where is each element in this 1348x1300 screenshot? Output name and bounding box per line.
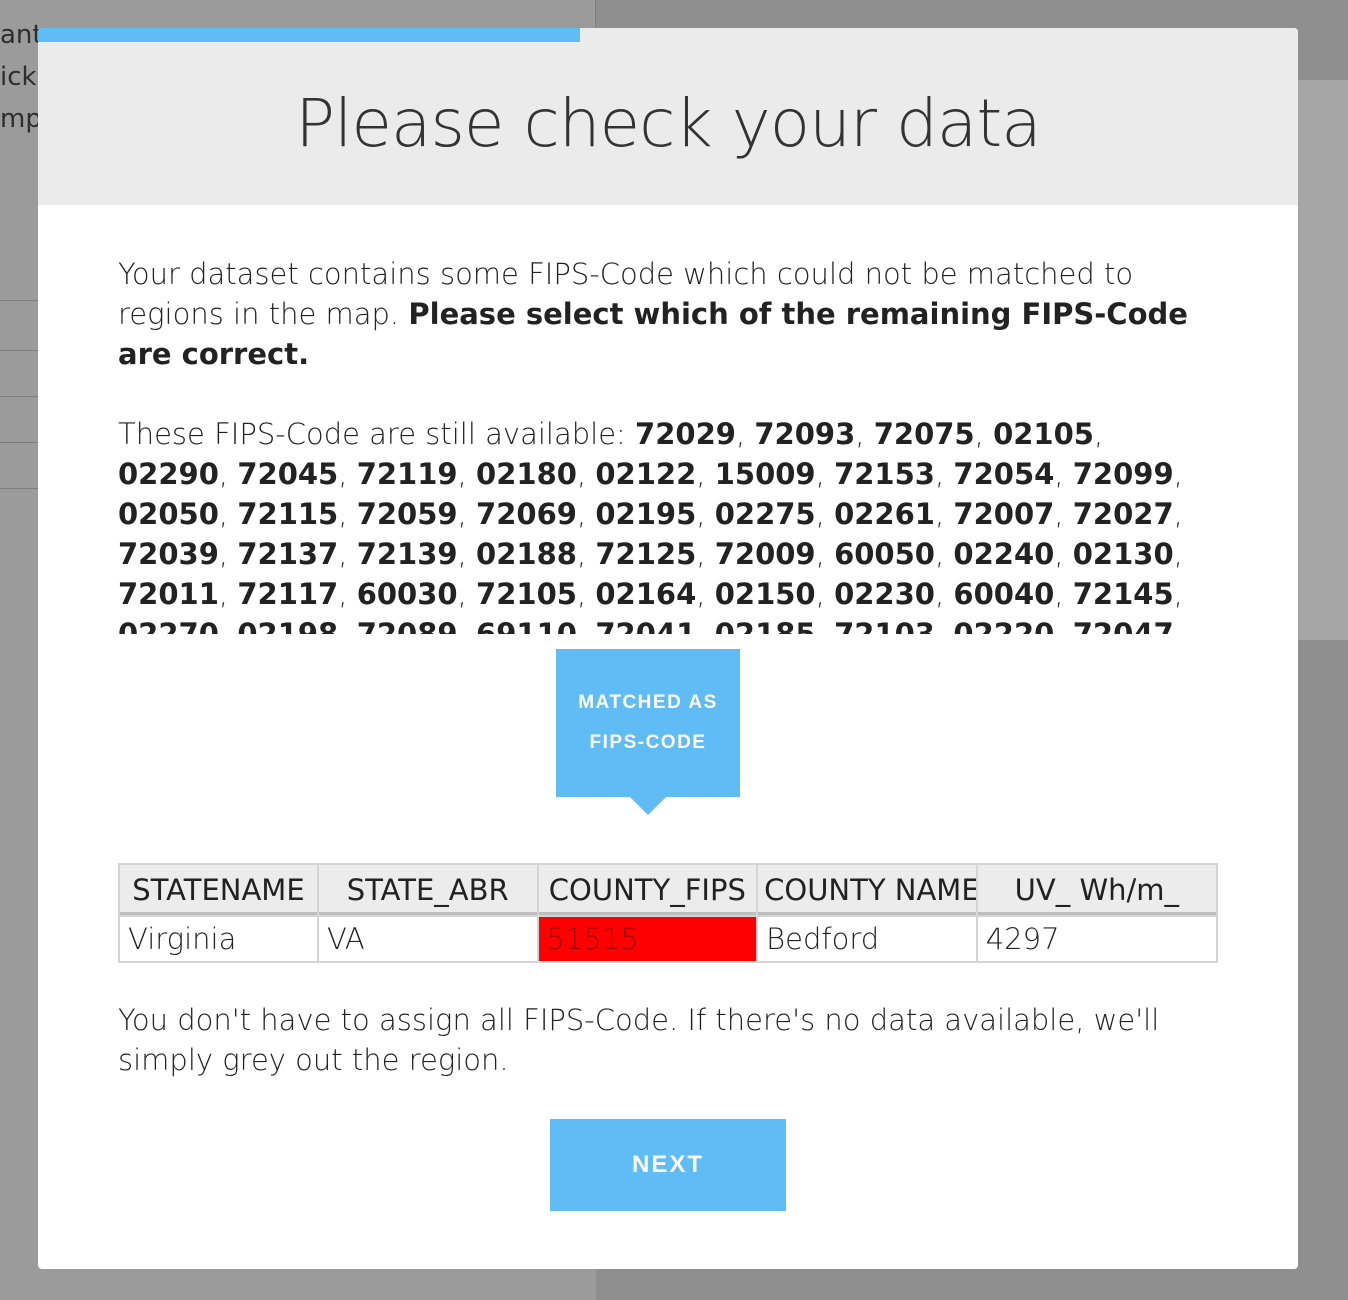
fips-code[interactable]: 72039 (118, 537, 219, 571)
fips-code[interactable]: 02122 (595, 457, 696, 491)
fips-code[interactable]: 72089 (357, 617, 458, 634)
fips-code[interactable]: 72137 (237, 537, 338, 571)
tooltip-arrow (630, 797, 666, 815)
column-header[interactable]: STATE_ABR (316, 863, 539, 917)
table-header-row: STATENAME STATE_ABR COUNTY_FIPS COUNTY N… (118, 863, 1219, 917)
unmatched-fips-cell: 51515 (536, 915, 759, 963)
fips-code[interactable]: 02261 (834, 497, 935, 531)
fips-code[interactable]: 02180 (476, 457, 577, 491)
fips-code[interactable]: 72139 (357, 537, 458, 571)
modal-title: Please check your data (295, 85, 1041, 162)
table-row: Virginia VA 51515 Bedford 4297 (118, 915, 1219, 963)
fips-code[interactable]: 72027 (1073, 497, 1174, 531)
table-cell: Virginia (118, 915, 319, 963)
fips-code[interactable]: 02050 (118, 497, 219, 531)
table-cell: 4297 (975, 915, 1219, 963)
fips-code[interactable]: 72054 (953, 457, 1054, 491)
fips-code[interactable]: 72153 (834, 457, 935, 491)
fips-code[interactable]: 72115 (237, 497, 338, 531)
fips-code[interactable]: 72029 (635, 417, 736, 451)
background-divider (0, 396, 40, 397)
available-prefix: These FIPS-Code are still available: (118, 417, 636, 451)
fips-code[interactable]: 60040 (953, 577, 1054, 611)
check-data-modal: Please check your data Your dataset cont… (38, 28, 1298, 1269)
tooltip-label: MATCHED AS FIPS-CODE (578, 692, 718, 753)
background-divider (0, 488, 40, 489)
fips-code[interactable]: 69110 (476, 617, 577, 634)
fips-code[interactable]: 02240 (953, 537, 1054, 571)
fips-code[interactable]: 72125 (595, 537, 696, 571)
fips-code[interactable]: 02164 (595, 577, 696, 611)
fips-code[interactable]: 02290 (118, 457, 219, 491)
fips-code[interactable]: 72103 (834, 617, 935, 634)
fips-code[interactable]: 72007 (953, 497, 1054, 531)
fips-code[interactable]: 72093 (754, 417, 855, 451)
background-divider (0, 442, 40, 443)
fips-code[interactable]: 02130 (1073, 537, 1174, 571)
fips-code[interactable]: 15009 (715, 457, 816, 491)
background-divider (595, 0, 596, 30)
fips-code[interactable]: 72011 (118, 577, 219, 611)
fips-code[interactable]: 02220 (953, 617, 1054, 634)
outro-text: You don't have to assign all FIPS-Code. … (118, 1003, 1160, 1077)
fips-code[interactable]: 02275 (715, 497, 816, 531)
table-cell: Bedford (756, 915, 978, 963)
fips-code[interactable]: 72059 (357, 497, 458, 531)
next-button[interactable]: NEXT (550, 1119, 786, 1211)
column-header[interactable]: STATENAME (118, 863, 319, 917)
background-map (1296, 80, 1348, 640)
fips-code[interactable]: 72041 (595, 617, 696, 634)
fips-code[interactable]: 72119 (357, 457, 458, 491)
available-codes-list[interactable]: These FIPS-Code are still available: 720… (118, 414, 1218, 634)
fips-code[interactable]: 02150 (715, 577, 816, 611)
fips-code[interactable]: 60050 (834, 537, 935, 571)
column-header[interactable]: UV_ Wh/m_ (975, 863, 1219, 917)
table-cell: VA (316, 915, 539, 963)
fips-code[interactable]: 72045 (237, 457, 338, 491)
fips-code[interactable]: 02198 (237, 617, 338, 634)
progress-bar (38, 28, 1298, 42)
background-divider (0, 300, 40, 301)
fips-code[interactable]: 72009 (715, 537, 816, 571)
fips-code[interactable]: 72105 (476, 577, 577, 611)
modal-header: Please check your data (38, 42, 1298, 205)
intro-text: Your dataset contains some FIPS-Code whi… (118, 254, 1218, 374)
fips-code[interactable]: 02185 (715, 617, 816, 634)
background-text: ick (0, 62, 37, 92)
fips-code[interactable]: 02195 (595, 497, 696, 531)
data-preview-table: STATENAME STATE_ABR COUNTY_FIPS COUNTY N… (118, 863, 1219, 963)
matched-tooltip: MATCHED AS FIPS-CODE (556, 649, 740, 797)
fips-code[interactable]: 72099 (1073, 457, 1174, 491)
fips-code[interactable]: 72117 (237, 577, 338, 611)
fips-code[interactable]: 02270 (118, 617, 219, 634)
background-text: ant (0, 20, 43, 50)
fips-code[interactable]: 02230 (834, 577, 935, 611)
column-header[interactable]: COUNTY_FIPS (536, 863, 759, 917)
fips-code[interactable]: 72145 (1073, 577, 1174, 611)
fips-code[interactable]: 72047 (1073, 617, 1174, 634)
fips-code[interactable]: 72069 (476, 497, 577, 531)
fips-code[interactable]: 02188 (476, 537, 577, 571)
progress-fill (38, 28, 580, 42)
fips-code[interactable]: 72075 (874, 417, 975, 451)
column-header[interactable]: COUNTY NAME (756, 863, 978, 917)
fips-code[interactable]: 60030 (357, 577, 458, 611)
background-divider (0, 350, 40, 351)
fips-code[interactable]: 02105 (993, 417, 1094, 451)
